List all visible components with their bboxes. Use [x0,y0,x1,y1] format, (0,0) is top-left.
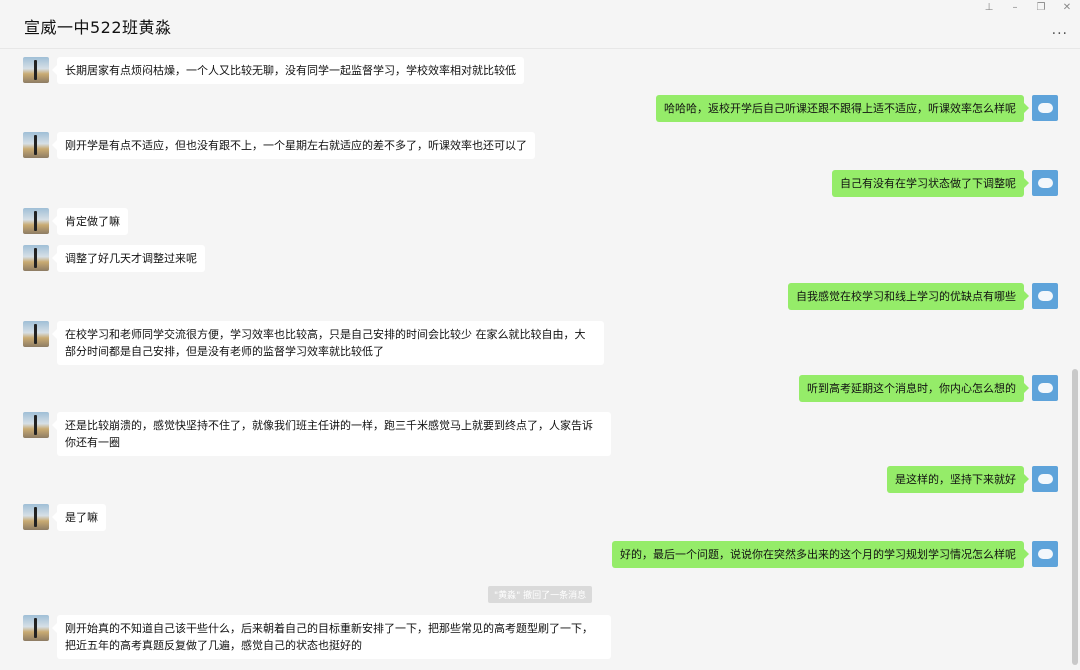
scrollbar[interactable] [1072,369,1078,665]
cloud-icon [1038,549,1053,559]
message-bubble[interactable]: 自我感觉在校学习和线上学习的优缺点有哪些 [788,283,1029,310]
pin-icon[interactable]: ⊥ [980,0,998,16]
contact-avatar[interactable] [23,615,49,641]
contact-avatar[interactable] [23,132,49,158]
contact-avatar[interactable] [23,245,49,271]
cloud-icon [1038,474,1053,484]
message-bubble[interactable]: 调整了好几天才调整过来呢 [52,245,205,272]
cloud-icon [1038,103,1053,113]
message-bubble[interactable]: 自己有没有在学习状态做了下调整呢 [832,170,1029,197]
recall-notice: "黄淼" 撤回了一条消息 [488,586,593,603]
contact-avatar[interactable] [23,208,49,234]
contact-avatar[interactable] [23,412,49,438]
self-avatar[interactable] [1032,541,1058,567]
contact-avatar[interactable] [23,321,49,347]
self-avatar[interactable] [1032,170,1058,196]
message-list[interactable]: 长期居家有点烦闷枯燥，一个人又比较无聊，没有同学一起监督学习，学校效率相对就比较… [0,49,1080,670]
close-icon[interactable]: ✕ [1058,0,1076,16]
message-bubble[interactable]: 长期居家有点烦闷枯燥，一个人又比较无聊，没有同学一起监督学习，学校效率相对就比较… [52,57,524,84]
title-bar: 宣威一中522班黄淼 ⊥ – ❐ ✕ ... [0,0,1080,49]
cloud-icon [1038,291,1053,301]
message-bubble[interactable]: 是了嘛 [52,504,106,531]
message-bubble[interactable]: 好的，最后一个问题，说说你在突然多出来的这个月的学习规划学习情况怎么样呢 [612,541,1029,568]
self-avatar[interactable] [1032,466,1058,492]
more-options-icon[interactable]: ... [1052,22,1068,38]
self-avatar[interactable] [1032,95,1058,121]
self-avatar[interactable] [1032,283,1058,309]
contact-avatar[interactable] [23,504,49,530]
chat-title: 宣威一中522班黄淼 [24,18,172,37]
contact-avatar[interactable] [23,57,49,83]
message-bubble[interactable]: 在校学习和老师同学交流很方便，学习效率也比较高，只是自己安排的时间会比较少 在家… [52,321,604,365]
restore-icon[interactable]: ❐ [1032,0,1050,16]
message-bubble[interactable]: 听到高考延期这个消息时，你内心怎么想的 [799,375,1029,402]
self-avatar[interactable] [1032,375,1058,401]
cloud-icon [1038,383,1053,393]
minimize-icon[interactable]: – [1006,0,1024,16]
message-bubble[interactable]: 刚开学是有点不适应，但也没有跟不上，一个星期左右就适应的差不多了，听课效率也还可… [52,132,535,159]
message-bubble[interactable]: 肯定做了嘛 [52,208,128,235]
message-bubble[interactable]: 是这样的，坚持下来就好 [887,466,1029,493]
message-bubble[interactable]: 哈哈哈，返校开学后自己听课还跟不跟得上适不适应，听课效率怎么样呢 [656,95,1029,122]
message-bubble[interactable]: 还是比较崩溃的，感觉快坚持不住了，就像我们班主任讲的一样，跑三千米感觉马上就要到… [52,412,611,456]
cloud-icon [1038,178,1053,188]
message-bubble[interactable]: 刚开始真的不知道自己该干些什么，后来朝着自己的目标重新安排了一下，把那些常见的高… [52,615,611,659]
